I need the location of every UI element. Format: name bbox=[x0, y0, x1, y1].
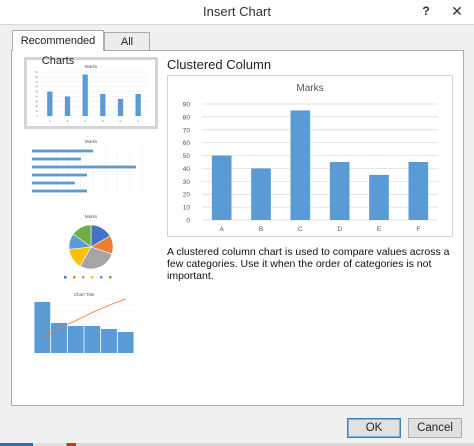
x-tick-label: B bbox=[67, 119, 69, 123]
bar-a bbox=[211, 155, 232, 220]
thumbnail-bar bbox=[32, 157, 81, 161]
thumbnail-bar bbox=[47, 91, 53, 116]
x-tick-label: D bbox=[337, 226, 342, 233]
x-tick-label: B bbox=[259, 226, 263, 233]
bar-d bbox=[329, 162, 350, 220]
y-tick-label: 80 bbox=[183, 114, 191, 121]
title-bar: Insert Chart ? ✕ bbox=[0, 0, 474, 25]
thumbnail-pareto-chart: Chart Title bbox=[34, 292, 134, 354]
y-tick-label: 60 bbox=[183, 140, 191, 147]
thumbnail-bar bbox=[135, 94, 141, 116]
thumbnail-bar bbox=[117, 98, 124, 116]
y-tick-label: 10 bbox=[35, 110, 38, 113]
thumbnail-bar bbox=[101, 329, 117, 353]
y-tick-label: 70 bbox=[183, 127, 191, 134]
thumbnail-bar bbox=[117, 332, 134, 353]
thumbnail-title: Marks bbox=[85, 64, 98, 69]
thumbnail-bar bbox=[34, 302, 51, 353]
legend-swatch bbox=[100, 276, 103, 279]
legend-swatch bbox=[109, 276, 112, 279]
y-tick-label: 30 bbox=[183, 179, 191, 186]
thumbnail-pareto[interactable]: Chart Title bbox=[24, 289, 158, 361]
x-tick-label: E bbox=[377, 226, 382, 233]
thumbnail-bar bbox=[64, 96, 71, 116]
y-tick-label: 70 bbox=[35, 81, 38, 84]
window-title: Insert Chart bbox=[203, 4, 271, 19]
y-tick-label: 90 bbox=[183, 102, 191, 109]
cancel-button[interactable]: Cancel bbox=[408, 418, 462, 438]
thumbnail-title: Marks bbox=[85, 139, 98, 144]
y-tick-label: 50 bbox=[183, 153, 191, 160]
legend-swatch bbox=[82, 276, 85, 279]
x-tick-label: C bbox=[84, 119, 86, 123]
thumbnail-bar bbox=[67, 326, 84, 353]
chart-preview: Marks 0 10 20 30 40 50 60 70 80 90 A B C D E F bbox=[167, 75, 453, 237]
x-tick-label: D bbox=[102, 119, 104, 123]
chart-thumbnail-list: Marks 0 10 20 30 40 50 60 70 80 90 A B C D E F Marks Ma… bbox=[20, 55, 160, 399]
x-tick-label: A bbox=[49, 119, 51, 123]
y-tick-label: 50 bbox=[35, 91, 38, 94]
legend-swatch bbox=[64, 276, 67, 279]
thumbnail-title: Chart Title bbox=[74, 292, 95, 297]
clustered-column-chart: Marks 0 10 20 30 40 50 60 70 80 90 A B C D E F bbox=[183, 83, 438, 233]
bar-b bbox=[251, 168, 271, 220]
thumbnail-title: Marks bbox=[85, 214, 98, 219]
y-tick-label: 0 bbox=[186, 218, 190, 225]
chart-type-title: Clustered Column bbox=[167, 57, 272, 72]
y-tick-label: 90 bbox=[35, 71, 38, 74]
x-tick-label: C bbox=[298, 226, 303, 233]
thumbnail-bar bbox=[32, 189, 87, 193]
chart-title: Marks bbox=[296, 83, 323, 94]
thumbnail-bar bbox=[32, 173, 87, 177]
y-tick-label: 80 bbox=[35, 76, 38, 79]
tab-content-panel: Marks 0 10 20 30 40 50 60 70 80 90 A B C D E F Marks Ma… bbox=[11, 50, 464, 406]
thumbnail-clustered-bar-chart: Marks bbox=[31, 139, 143, 195]
thumbnail-clustered-bar[interactable]: Marks bbox=[24, 137, 158, 203]
bar-f bbox=[408, 162, 429, 220]
legend-swatch bbox=[73, 276, 76, 279]
help-button[interactable]: ? bbox=[413, 0, 439, 22]
chart-preview-panel: Clustered Column Marks 0 10 20 30 40 50 60 70 80… bbox=[167, 51, 457, 401]
tab-all-charts[interactable]: All Charts bbox=[104, 32, 150, 66]
y-tick-label: 60 bbox=[35, 86, 38, 89]
thumbnail-bar bbox=[84, 326, 101, 353]
thumbnail-bar bbox=[32, 165, 136, 169]
x-tick-label: A bbox=[219, 226, 224, 233]
x-tick-label: E bbox=[120, 119, 122, 123]
y-tick-label: 40 bbox=[183, 166, 191, 173]
thumbnail-bar bbox=[32, 149, 94, 153]
y-tick-label: 20 bbox=[35, 105, 38, 108]
thumbnail-bar bbox=[51, 323, 67, 353]
ok-button[interactable]: OK bbox=[347, 418, 401, 438]
y-tick-label: 10 bbox=[183, 205, 191, 212]
y-tick-label: 30 bbox=[35, 100, 38, 103]
x-tick-label: F bbox=[416, 226, 420, 233]
thumbnail-bar bbox=[100, 94, 106, 116]
chart-description: A clustered column chart is used to comp… bbox=[167, 246, 450, 282]
thumbnail-bar bbox=[32, 181, 75, 185]
y-tick-label: 20 bbox=[183, 192, 191, 199]
y-tick-label: 0 bbox=[37, 115, 39, 118]
x-tick-label: F bbox=[137, 119, 139, 123]
thumbnail-bar bbox=[82, 74, 88, 116]
bar-c bbox=[290, 110, 311, 220]
bar-e bbox=[369, 174, 389, 220]
tab-recommended-charts[interactable]: Recommended Charts bbox=[12, 30, 104, 67]
y-tick-label: 40 bbox=[35, 95, 38, 98]
thumbnail-pie-chart: Marks bbox=[64, 214, 114, 279]
legend-swatch bbox=[91, 276, 94, 279]
thumbnail-pie[interactable]: Marks bbox=[24, 209, 158, 285]
close-button[interactable]: ✕ bbox=[440, 0, 474, 22]
